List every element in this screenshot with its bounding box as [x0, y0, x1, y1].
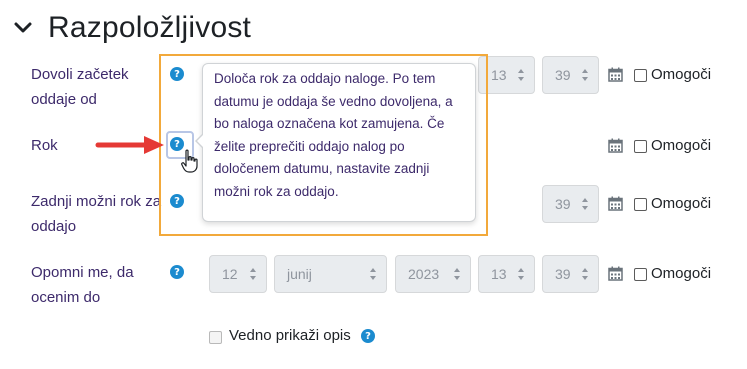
- always-show-description-label: Vedno prikaži opis: [229, 327, 351, 344]
- year-select[interactable]: 2023: [395, 255, 471, 293]
- month-select[interactable]: junij: [274, 255, 387, 293]
- select-arrows-icon: [518, 268, 524, 280]
- enable-checkbox[interactable]: [634, 69, 647, 82]
- enable-checkbox[interactable]: [634, 140, 647, 153]
- minute-select[interactable]: 39: [542, 255, 599, 293]
- chevron-down-icon[interactable]: [12, 17, 34, 39]
- label-allow-submissions-from: Dovoli začetek oddaje od: [31, 66, 129, 108]
- section-header[interactable]: Razpoložljivost: [12, 8, 251, 48]
- minute-value: 39: [555, 67, 571, 83]
- hand-pointer-icon: [181, 149, 198, 173]
- label-remind-grade-by: Opomni me, da ocenim do: [31, 264, 134, 306]
- enable-label: Omogoči: [651, 195, 712, 212]
- month-value: junij: [287, 266, 312, 282]
- enable-checkbox[interactable]: [634, 198, 647, 211]
- minute-value: 39: [555, 266, 571, 282]
- enable-checkbox[interactable]: [634, 268, 647, 281]
- highlight-frame: [159, 54, 488, 236]
- minute-value: 39: [555, 196, 571, 212]
- question-circle-icon[interactable]: ?: [170, 265, 184, 279]
- hour-select[interactable]: 13: [478, 255, 535, 293]
- minute-select[interactable]: 39: [542, 185, 599, 223]
- section-title: Razpoložljivost: [48, 11, 252, 44]
- select-arrows-icon: [454, 268, 460, 280]
- enable-label: Omogoči: [651, 66, 712, 83]
- calendar-icon[interactable]: [608, 138, 623, 153]
- year-value: 2023: [408, 266, 440, 282]
- select-arrows-icon: [582, 198, 588, 210]
- hour-value: 13: [491, 266, 507, 282]
- select-arrows-icon: [370, 268, 376, 280]
- calendar-icon[interactable]: [608, 196, 623, 211]
- enable-label: Omogoči: [651, 265, 712, 282]
- day-select[interactable]: 12: [209, 255, 267, 293]
- question-circle-icon[interactable]: ?: [361, 329, 375, 343]
- enable-label: Omogoči: [651, 137, 712, 154]
- select-arrows-icon: [582, 69, 588, 81]
- label-cut-off-date: Zadnji možni rok za oddajo: [31, 193, 162, 235]
- red-arrow-icon: [95, 136, 164, 154]
- select-arrows-icon: [518, 69, 524, 81]
- calendar-icon[interactable]: [608, 266, 623, 281]
- hour-value: 13: [491, 67, 507, 83]
- calendar-icon[interactable]: [608, 67, 623, 82]
- always-show-description-checkbox[interactable]: [209, 331, 222, 344]
- minute-select[interactable]: 39: [542, 56, 599, 94]
- day-value: 12: [222, 266, 238, 282]
- select-arrows-icon: [582, 268, 588, 280]
- select-arrows-icon: [250, 268, 256, 280]
